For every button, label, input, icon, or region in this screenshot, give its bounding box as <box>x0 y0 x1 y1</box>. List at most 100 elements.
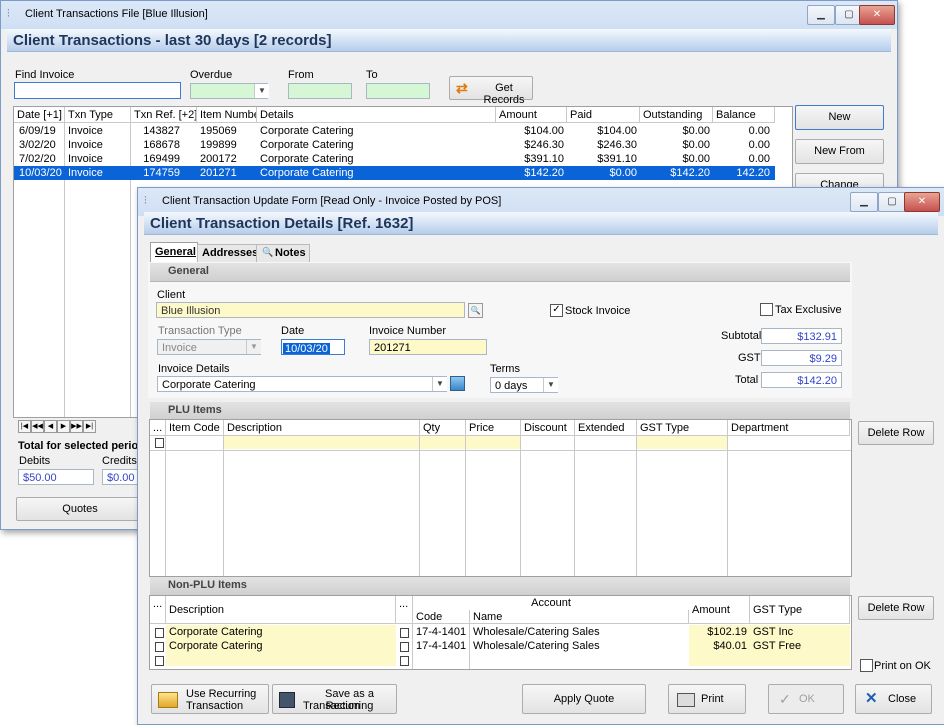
column-divider <box>465 436 466 576</box>
plu-delete-row-button[interactable]: Delete Row <box>858 421 934 445</box>
table-row[interactable]: 6/09/19 Invoice 143827 195069 Corporate … <box>14 124 775 138</box>
credits-label: Credits <box>102 455 137 467</box>
column-header[interactable]: Txn Type <box>65 107 131 123</box>
table-row-selected[interactable]: 10/03/20 Invoice 174759 201271 Corporate… <box>14 166 775 180</box>
date-field[interactable]: 10/03/20 <box>281 339 345 355</box>
row-lookup-icon[interactable] <box>400 628 409 638</box>
tab-general[interactable]: General <box>150 242 198 262</box>
column-header[interactable]: GST Type <box>637 420 728 436</box>
table-row[interactable]: Corporate Catering 17-4-1401 Wholesale/C… <box>150 639 851 653</box>
column-header[interactable]: Amount <box>496 107 567 123</box>
new-button[interactable]: New <box>795 105 884 130</box>
stock-invoice-label: Stock Invoice <box>565 305 631 317</box>
column-header[interactable]: Item Number <box>197 107 257 123</box>
row-lookup-icon[interactable] <box>400 642 409 652</box>
get-records-button[interactable]: ⇄ Get Records <box>449 76 533 106</box>
column-header[interactable]: Balance <box>713 107 775 123</box>
column-header[interactable]: Description <box>224 420 420 436</box>
apply-quote-button[interactable]: Apply Quote <box>522 684 646 714</box>
row-selector-icon[interactable] <box>155 438 164 448</box>
maximize-button[interactable]: ▢ <box>878 192 906 212</box>
new-row-qty[interactable] <box>420 436 466 449</box>
print-on-ok-checkbox[interactable] <box>860 659 873 672</box>
new-row-amount[interactable] <box>689 653 750 666</box>
print-button[interactable]: Print <box>668 684 746 714</box>
total-value: $142.20 <box>761 372 842 388</box>
find-invoice-input[interactable] <box>14 82 181 99</box>
close-window-button[interactable]: ✕ <box>904 192 940 212</box>
non-plu-delete-row-button[interactable]: Delete Row <box>858 596 934 620</box>
minimize-button[interactable]: ▁ <box>807 5 835 25</box>
invoice-number-label: Invoice Number <box>369 325 447 337</box>
column-header[interactable]: Outstanding <box>640 107 713 123</box>
column-header[interactable]: Discount <box>521 420 575 436</box>
table-row[interactable]: Corporate Catering 17-4-1401 Wholesale/C… <box>150 625 851 639</box>
new-row-description[interactable] <box>166 653 396 666</box>
column-header[interactable]: Date [+1] <box>14 107 65 123</box>
column-divider <box>412 624 413 669</box>
column-header[interactable]: Paid <box>567 107 640 123</box>
new-row-gst[interactable] <box>750 653 850 666</box>
row-selector-icon[interactable] <box>155 642 164 652</box>
client-lookup-button[interactable]: 🔍 <box>468 303 483 318</box>
tax-exclusive-checkbox[interactable] <box>760 303 773 316</box>
non-plu-items-table: ... Description ... Account Code Name Am… <box>149 595 852 670</box>
client-field[interactable]: Blue Illusion <box>156 302 465 318</box>
subtotal-label: Subtotal <box>721 330 762 342</box>
column-header[interactable]: Txn Ref. [+2] <box>131 107 197 123</box>
column-header[interactable]: Item Code <box>166 420 224 436</box>
column-header: ... <box>150 420 166 436</box>
column-divider <box>520 436 521 576</box>
column-header[interactable]: Details <box>257 107 496 123</box>
check-icon: ✓ <box>779 691 791 707</box>
tab-addresses[interactable]: Addresses <box>197 244 258 263</box>
chevron-down-icon[interactable]: ▼ <box>432 377 447 391</box>
close-window-button[interactable]: ✕ <box>859 5 895 25</box>
previous-record-icon[interactable]: ◀ <box>44 420 57 433</box>
row-lookup-icon[interactable] <box>400 656 409 666</box>
column-header[interactable]: Qty <box>420 420 466 436</box>
table-row-new[interactable] <box>150 653 851 667</box>
minimize-button[interactable]: ▁ <box>850 192 878 212</box>
row-selector-icon[interactable] <box>155 628 164 638</box>
new-from-button[interactable]: New From <box>795 139 884 164</box>
use-recurring-button[interactable]: Use Recurring Transaction <box>151 684 269 714</box>
column-divider <box>574 436 575 576</box>
first-record-icon[interactable]: |◀ <box>18 420 31 433</box>
previous-page-icon[interactable]: ◀◀ <box>31 420 44 433</box>
save-recurring-button[interactable]: Save as a Recurring Transaction <box>272 684 397 714</box>
quotes-button[interactable]: Quotes <box>16 497 144 521</box>
row-selector-icon[interactable] <box>155 656 164 666</box>
close-button[interactable]: ✕ Close <box>855 684 932 714</box>
column-header[interactable]: Name <box>470 610 689 624</box>
column-header[interactable]: Price <box>466 420 521 436</box>
column-header[interactable]: Code <box>413 610 470 624</box>
table-row[interactable]: 3/02/20 Invoice 168678 199899 Corporate … <box>14 138 775 152</box>
chevron-down-icon[interactable]: ▼ <box>543 378 558 392</box>
new-row-gst[interactable] <box>637 436 728 449</box>
from-date-input[interactable] <box>288 83 352 99</box>
next-record-icon[interactable]: ▶ <box>57 420 70 433</box>
title-bar[interactable]: ⫶ Client Transactions File [Blue Illusio… <box>1 1 897 29</box>
stock-invoice-checkbox[interactable]: ✓ <box>550 304 563 317</box>
to-date-input[interactable] <box>366 83 430 99</box>
invoice-number-field[interactable]: 201271 <box>369 339 487 355</box>
printer-icon <box>677 693 695 707</box>
header-band: Client Transaction Details [Ref. 1632] <box>144 212 938 235</box>
column-header[interactable]: Extended <box>575 420 637 436</box>
next-page-icon[interactable]: ▶▶ <box>70 420 83 433</box>
table-row[interactable]: 7/02/20 Invoice 169499 200172 Corporate … <box>14 152 775 166</box>
column-header[interactable]: Department <box>728 420 850 436</box>
new-row-price[interactable] <box>466 436 521 449</box>
column-header[interactable]: Description <box>166 596 396 624</box>
close-icon: ✕ <box>865 690 878 707</box>
invoice-details-select[interactable]: Corporate Catering <box>157 376 447 392</box>
edit-details-icon[interactable] <box>450 376 465 391</box>
new-row-description[interactable] <box>224 436 420 449</box>
terms-label: Terms <box>490 363 520 375</box>
column-header[interactable]: GST Type <box>750 596 850 624</box>
chevron-down-icon[interactable]: ▼ <box>254 84 269 98</box>
last-record-icon[interactable]: ▶| <box>83 420 96 433</box>
column-header[interactable]: Amount <box>689 596 750 624</box>
tab-notes[interactable]: 🔍 Notes <box>256 244 310 263</box>
